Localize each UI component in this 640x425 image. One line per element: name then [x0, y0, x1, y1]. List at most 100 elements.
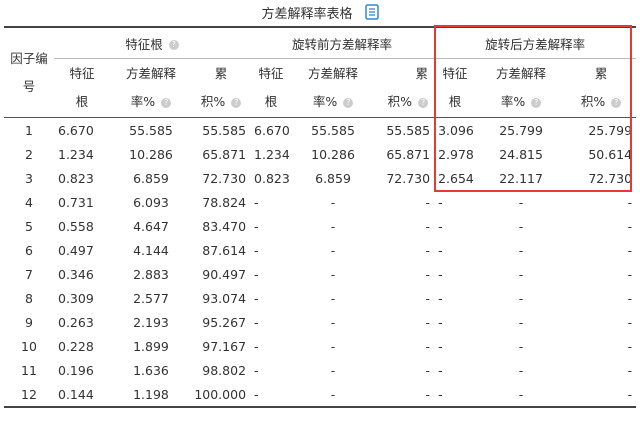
table-cell-e3: - — [438, 194, 443, 210]
table-row: 6 0.497 4.144 87.614- - - - - - — [4, 238, 636, 262]
table-cell-e2: - — [254, 194, 259, 210]
table-cell-c3: - — [627, 194, 633, 210]
table-cell-e3: 2.654 — [438, 170, 474, 186]
table-cell-e3: - — [438, 314, 443, 330]
table-cell-c1: 83.470 — [202, 218, 247, 234]
cum-subheader: 累积%? — [192, 58, 251, 118]
table-cell-e2: 1.234 — [254, 146, 290, 162]
table-cell-c3: - — [627, 218, 633, 234]
table-cell-v1: 1.198 — [110, 382, 192, 408]
help-icon[interactable]: ? — [611, 97, 622, 108]
table-cell-c3: - — [627, 242, 633, 258]
table-cell-v3: - — [518, 338, 524, 354]
table-cell-e1: 0.228 — [58, 338, 94, 354]
table-cell-c1: 65.871 — [202, 146, 247, 162]
table-cell-c1: 55.585 — [202, 122, 247, 138]
table-cell-id: 12 — [4, 382, 54, 408]
table-cell-c2: - — [374, 382, 435, 408]
var-subheader: 方差解释 率%? — [292, 58, 375, 118]
table-cell-e3: - — [438, 362, 443, 378]
help-icon[interactable]: ? — [343, 97, 354, 108]
table-row: 5 0.558 4.647 83.470- - - - - - — [4, 214, 636, 238]
var-subheader: 方差解释 率%? — [110, 58, 192, 118]
table-cell-c2: - — [425, 338, 431, 354]
table-row: 3 0.823 6.859 72.730 0.823 6.859 72.730 2.654 22… — [4, 166, 636, 190]
table-cell-c3: - — [627, 290, 633, 306]
table-cell-e1: 0.309 — [58, 290, 94, 306]
eigen-subheader: 特征根 — [434, 58, 477, 118]
table-cell-id: 6 — [25, 242, 33, 258]
table-title: 方差解释率表格 — [261, 6, 353, 22]
help-icon[interactable]: ? — [231, 97, 242, 108]
table-cell-c3: - — [627, 338, 633, 354]
table-row: 1 6.670 55.585 55.585 6.670 55.585 55.585 3.096… — [4, 118, 636, 143]
table-cell-e1: 1.234 — [58, 146, 94, 162]
table-cell-e2: 0.823 — [254, 170, 290, 186]
document-icon[interactable] — [364, 4, 379, 20]
table-cell-e2: - — [254, 242, 259, 258]
pre-rotation-group-header: 旋转前方差解释率 — [250, 27, 435, 59]
table-cell-e2: - — [254, 338, 259, 354]
table-cell-e2: - — [254, 314, 259, 330]
table-cell-c2: - — [425, 290, 431, 306]
table-cell-v3: - — [476, 382, 567, 408]
table-cell-c1: 90.497 — [202, 266, 247, 282]
table-cell-c1: 95.267 — [202, 314, 247, 330]
eigen-subheader: 特征根 — [54, 58, 110, 118]
var-subheader: 方差解释 率%? — [476, 58, 567, 118]
table-cell-e1: 0.263 — [58, 314, 94, 330]
table-row: 11 0.196 1.636 98.802- - - - - - — [4, 358, 636, 382]
table-cell-v2: - — [330, 338, 336, 354]
table-cell-v1: 55.585 — [129, 122, 173, 138]
table-row: 8 0.309 2.577 93.074- - - - - - — [4, 286, 636, 310]
table-cell-v3: 22.117 — [499, 170, 543, 186]
table-cell-e1: 0.731 — [58, 194, 94, 210]
table-row: 12 0.144 1.198 100.000- - - - - - — [4, 382, 637, 408]
table-cell-e3: - — [434, 382, 477, 408]
table-cell-c2: - — [425, 314, 431, 330]
table-row: 4 0.731 6.093 78.824- - - - - - — [4, 190, 636, 214]
table-cell-e2: - — [250, 382, 293, 408]
table-cell-c1: 72.730 — [202, 170, 247, 186]
table-cell-c1: 78.824 — [202, 194, 247, 210]
table-cell-v1: 6.859 — [133, 170, 169, 186]
help-icon[interactable]: ? — [161, 97, 172, 108]
table-cell-c2: - — [425, 362, 431, 378]
table-cell-c1: 93.074 — [202, 290, 247, 306]
table-cell-e2: - — [254, 290, 259, 306]
table-cell-c2: 55.585 — [386, 122, 431, 138]
table-cell-id: 10 — [21, 338, 37, 354]
table-cell-e3: 2.978 — [438, 146, 474, 162]
table-cell-v1: 2.193 — [133, 314, 169, 330]
table-cell-c1: 98.802 — [202, 362, 247, 378]
table-cell-c3: - — [566, 382, 637, 408]
table-cell-e2: - — [254, 218, 259, 234]
help-icon[interactable]: ? — [418, 97, 429, 108]
table-cell-v3: - — [518, 290, 524, 306]
table-cell-c2: - — [425, 218, 431, 234]
table-cell-e1: 0.497 — [58, 242, 94, 258]
table-cell-v2: - — [292, 382, 375, 408]
table-cell-c2: - — [425, 266, 431, 282]
table-cell-v1: 4.144 — [133, 242, 169, 258]
table-cell-v2: - — [330, 290, 336, 306]
table-cell-id: 9 — [25, 314, 33, 330]
table-cell-v3: 25.799 — [499, 122, 543, 138]
table-cell-e1: 0.144 — [54, 382, 110, 408]
help-icon[interactable]: ? — [531, 97, 542, 108]
table-cell-e2: - — [254, 266, 259, 282]
table-cell-e2: 6.670 — [254, 122, 290, 138]
table-cell-v2: 55.585 — [311, 122, 355, 138]
factor-id-header: 因子编号 — [4, 27, 54, 118]
cum-subheader: 累积%? — [374, 58, 435, 118]
cum-subheader: 累积%? — [566, 58, 637, 118]
table-cell-id: 1 — [25, 122, 33, 138]
table-cell-v2: 10.286 — [311, 146, 355, 162]
table-cell-e3: - — [438, 242, 443, 258]
post-rotation-group-header: 旋转后方差解释率 — [434, 27, 637, 59]
help-icon[interactable]: ? — [168, 40, 179, 50]
table-cell-c2: 72.730 — [386, 170, 431, 186]
table-cell-e3: - — [438, 338, 443, 354]
table-cell-e3: - — [438, 266, 443, 282]
table-cell-e3: - — [438, 290, 443, 306]
